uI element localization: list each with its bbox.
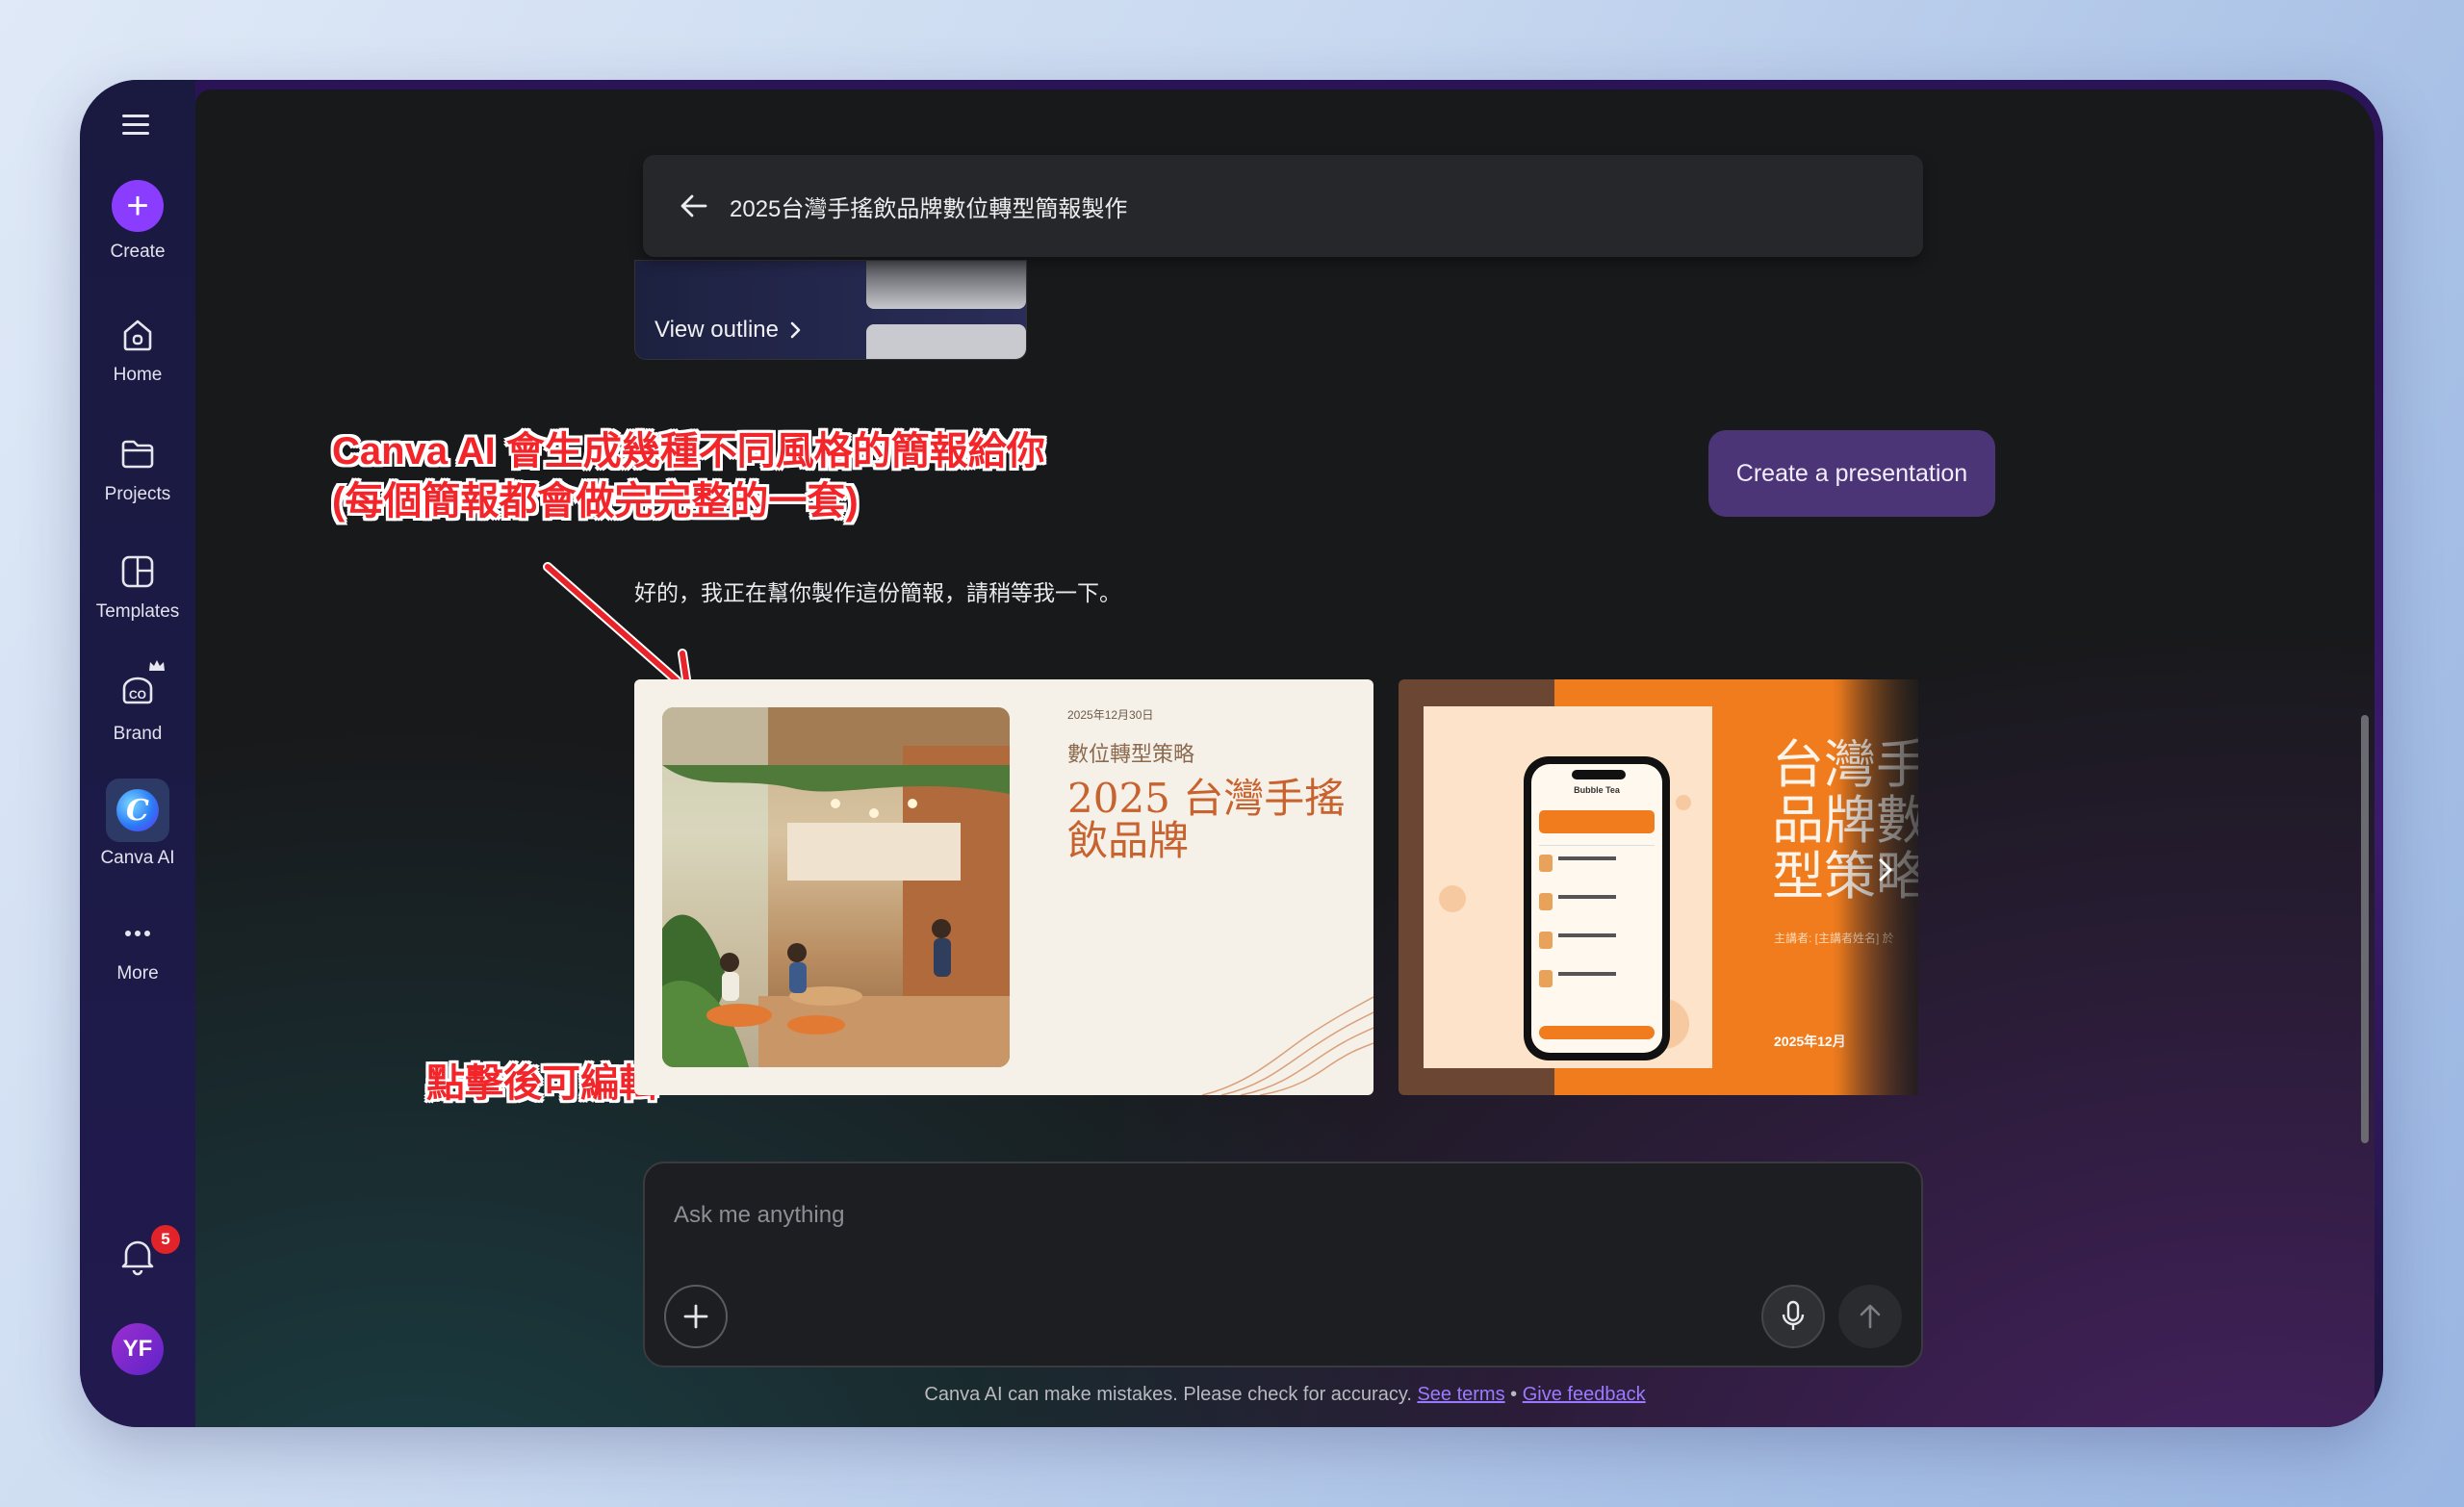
canva-ai-logo-icon: C: [116, 789, 159, 831]
crown-icon: [149, 660, 165, 671]
phone-mockup: Bubble Tea: [1524, 756, 1670, 1060]
sidebar: + Create Home Projects Templates CO Bran…: [80, 80, 195, 1427]
view-outline-link[interactable]: View outline: [654, 317, 804, 344]
sidebar-item-label: Templates: [95, 601, 180, 622]
microphone-icon: [1782, 1300, 1805, 1330]
outline-thumbnail: [866, 324, 1026, 359]
templates-icon: [121, 555, 154, 588]
sidebar-item-label: Home: [113, 365, 163, 385]
sidebar-item-label: Projects: [104, 484, 171, 504]
avatar[interactable]: YF: [112, 1323, 164, 1375]
outline-thumbnail: [866, 261, 1026, 309]
notification-badge: 5: [151, 1225, 180, 1254]
sidebar-item-create[interactable]: + Create: [80, 180, 195, 263]
canva-ai-tile: C: [106, 779, 169, 842]
sidebar-item-label: Canva AI: [100, 848, 175, 868]
sidebar-item-templates[interactable]: Templates: [80, 551, 195, 623]
annotation-overlay: Canva AI 會生成幾種不同風格的簡報給你 (每個簡報都會做完完整的一套): [332, 426, 1045, 526]
ai-reply-message: 好的，我正在幫你製作這份簡報，請稍等我一下。: [634, 580, 1121, 605]
sidebar-item-canva-ai[interactable]: C Canva AI: [80, 779, 195, 869]
footer-disclaimer: Canva AI can make mistakes. Please check…: [195, 1384, 2374, 1406]
arrow-up-icon: [1860, 1304, 1881, 1329]
annotation-line: (每個簡報都會做完完整的一套): [332, 480, 859, 523]
slide-panel: Bubble Tea: [1424, 706, 1712, 1068]
slide-title: 2025 台灣手搖飲品牌: [1067, 775, 1346, 864]
brand-icon: CO: [122, 677, 153, 704]
slide-date: 2025年12月30日: [1067, 708, 1154, 722]
phone-app-name: Bubble Tea: [1574, 785, 1620, 795]
add-attachment-button[interactable]: [664, 1285, 728, 1348]
sidebar-item-label: Create: [110, 242, 166, 262]
slide-subtitle: 數位轉型策略: [1067, 742, 1195, 766]
send-button[interactable]: [1838, 1285, 1902, 1348]
svg-text:CO: CO: [129, 688, 146, 702]
presentation-option-card[interactable]: Bubble Tea 台灣手: [1399, 679, 1918, 1095]
disclaimer-text: Canva AI can make mistakes. Please check…: [924, 1384, 1412, 1405]
sidebar-item-more[interactable]: More: [80, 913, 195, 984]
sidebar-item-projects[interactable]: Projects: [80, 434, 195, 505]
page-title: 2025台灣手搖飲品牌數位轉型簡報製作: [730, 195, 1128, 222]
scrollbar[interactable]: [2361, 715, 2369, 1143]
sidebar-item-brand[interactable]: CO Brand: [80, 660, 195, 745]
back-arrow-icon[interactable]: [680, 193, 708, 218]
plus-icon: [683, 1304, 708, 1329]
chat-header: 2025台灣手搖飲品牌數位轉型簡報製作: [643, 155, 1923, 257]
composer-placeholder: Ask me anything: [674, 1202, 845, 1228]
home-icon: [123, 319, 152, 351]
folder-icon: [121, 440, 154, 469]
sidebar-item-label: Brand: [113, 724, 163, 744]
chat-composer[interactable]: Ask me anything: [643, 1162, 1923, 1367]
more-dots-icon: [125, 931, 150, 936]
carousel-fade: [1832, 679, 1918, 1095]
hamburger-menu-icon[interactable]: [120, 111, 151, 138]
plus-icon: +: [112, 180, 164, 232]
chevron-right-icon[interactable]: [1876, 856, 1895, 884]
presentation-option-card[interactable]: 2025年12月30日 數位轉型策略 2025 台灣手搖飲品牌: [634, 679, 1373, 1095]
view-outline-label: View outline: [654, 317, 779, 343]
see-terms-link[interactable]: See terms: [1417, 1384, 1504, 1405]
sidebar-item-label: More: [116, 963, 159, 983]
voice-input-button[interactable]: [1761, 1285, 1825, 1348]
cafe-interior-image: [662, 707, 1010, 1067]
app-window: + Create Home Projects Templates CO Bran…: [80, 80, 2383, 1427]
create-presentation-button[interactable]: Create a presentation: [1708, 430, 1995, 517]
wave-decoration-icon: [1201, 996, 1373, 1095]
give-feedback-link[interactable]: Give feedback: [1523, 1384, 1646, 1405]
outline-card[interactable]: View outline: [634, 260, 1027, 360]
annotation-line: Canva AI 會生成幾種不同風格的簡報給你: [332, 430, 1045, 473]
main-content: View outline 2025台灣手搖飲品牌數位轉型簡報製作 Create …: [195, 89, 2374, 1427]
chevron-right-icon: [790, 321, 801, 339]
sidebar-item-home[interactable]: Home: [80, 315, 195, 386]
annotation-edit-hint: 點擊後可編輯: [426, 1062, 657, 1105]
separator-dot: •: [1510, 1384, 1518, 1405]
